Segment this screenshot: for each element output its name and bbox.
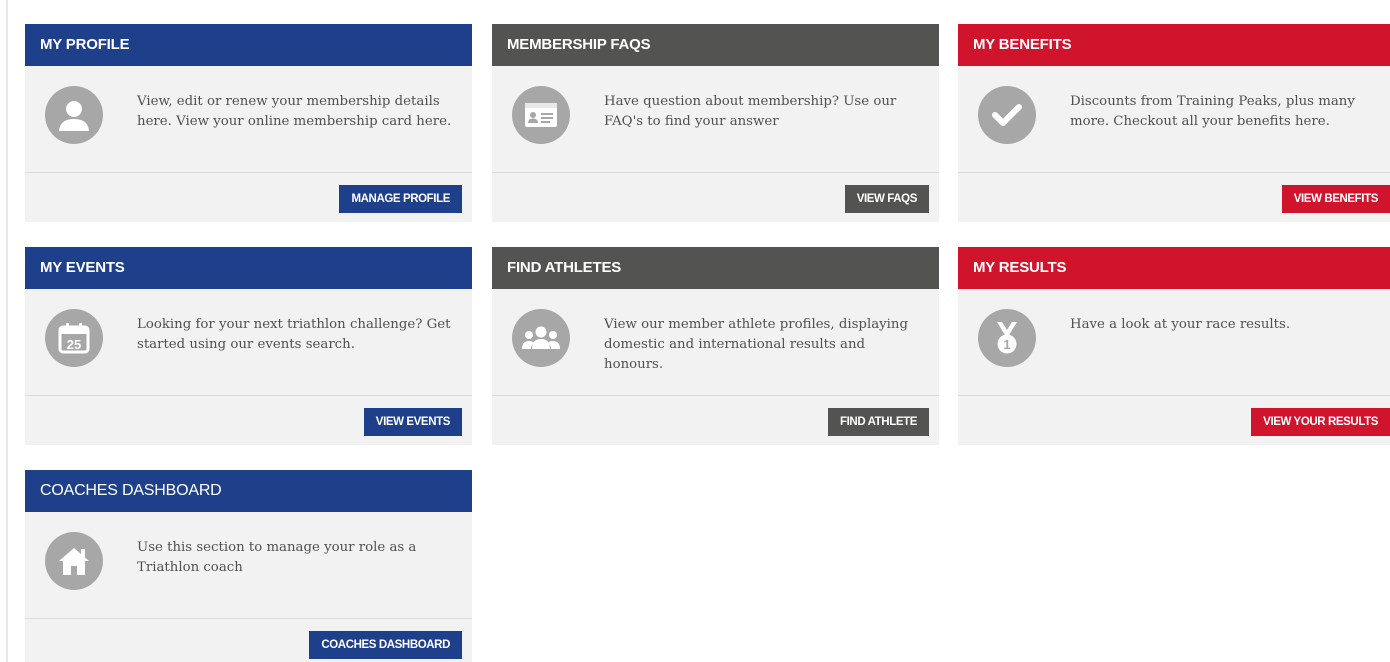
card-title: MEMBERSHIP FAQS — [492, 24, 939, 66]
card-body: View our member athlete profiles, displa… — [492, 289, 939, 395]
card-coaches-dashboard: COACHES DASHBOARD Use this section to ma… — [25, 470, 472, 662]
coaches-dashboard-button[interactable]: COACHES DASHBOARD — [309, 631, 462, 659]
view-events-button[interactable]: VIEW EVENTS — [363, 408, 462, 436]
card-membership-faqs: MEMBERSHIP FAQS Have question about memb… — [492, 24, 939, 222]
card-description: View, edit or renew your membership deta… — [137, 94, 452, 129]
card-body: Discounts from Training Peaks, plus many… — [958, 66, 1390, 172]
card-title: MY PROFILE — [25, 24, 472, 66]
card-my-profile: MY PROFILE View, edit or renew your memb… — [25, 24, 472, 222]
medal-icon: 1 — [978, 309, 1036, 367]
card-my-events: MY EVENTS 25 Looking for your next triat… — [25, 247, 472, 445]
card-description: Looking for your next triathlon challeng… — [137, 317, 451, 352]
user-icon — [45, 86, 103, 144]
card-title: MY BENEFITS — [958, 24, 1390, 66]
calendar-day-label: 25 — [67, 337, 81, 352]
card-footer: COACHES DASHBOARD — [25, 618, 472, 662]
view-benefits-button[interactable]: VIEW BENEFITS — [1281, 185, 1390, 213]
card-title: FIND ATHLETES — [492, 247, 939, 289]
card-body: 25 Looking for your next triathlon chall… — [25, 289, 472, 395]
card-description: Have question about membership? Use our … — [604, 94, 897, 129]
card-footer: VIEW BENEFITS — [958, 172, 1390, 222]
card-find-athletes: FIND ATHLETES View our member athlete pr… — [492, 247, 939, 445]
card-title: MY EVENTS — [25, 247, 472, 289]
card-description: Use this section to manage your role as … — [137, 540, 417, 575]
checkmark-icon — [978, 86, 1036, 144]
card-description: Have a look at your race results. — [1070, 317, 1291, 332]
card-my-results: MY RESULTS 1 Have a look at your race re… — [958, 247, 1390, 445]
left-divider — [6, 0, 8, 662]
card-footer: VIEW EVENTS — [25, 395, 472, 445]
card-title: MY RESULTS — [958, 247, 1390, 289]
card-body: Use this section to manage your role as … — [25, 512, 472, 618]
medal-number-label: 1 — [1003, 337, 1010, 352]
card-my-benefits: MY BENEFITS Discounts from Training Peak… — [958, 24, 1390, 222]
card-title: COACHES DASHBOARD — [25, 470, 472, 512]
card-body: Have question about membership? Use our … — [492, 66, 939, 172]
find-athlete-button[interactable]: FIND ATHLETE — [828, 408, 929, 436]
id-card-icon — [512, 86, 570, 144]
card-footer: VIEW YOUR RESULTS — [958, 395, 1390, 445]
home-icon — [45, 532, 103, 590]
card-footer: FIND ATHLETE — [492, 395, 939, 445]
view-faqs-button[interactable]: VIEW FAQS — [844, 185, 929, 213]
card-description: Discounts from Training Peaks, plus many… — [1070, 94, 1355, 129]
card-description: View our member athlete profiles, displa… — [604, 317, 908, 372]
view-your-results-button[interactable]: VIEW YOUR RESULTS — [1251, 408, 1390, 436]
card-body: 1 Have a look at your race results. — [958, 289, 1390, 395]
calendar-icon: 25 — [45, 309, 103, 367]
card-footer: MANAGE PROFILE — [25, 172, 472, 222]
manage-profile-button[interactable]: MANAGE PROFILE — [339, 185, 462, 213]
card-body: View, edit or renew your membership deta… — [25, 66, 472, 172]
card-footer: VIEW FAQS — [492, 172, 939, 222]
group-icon — [512, 309, 570, 367]
